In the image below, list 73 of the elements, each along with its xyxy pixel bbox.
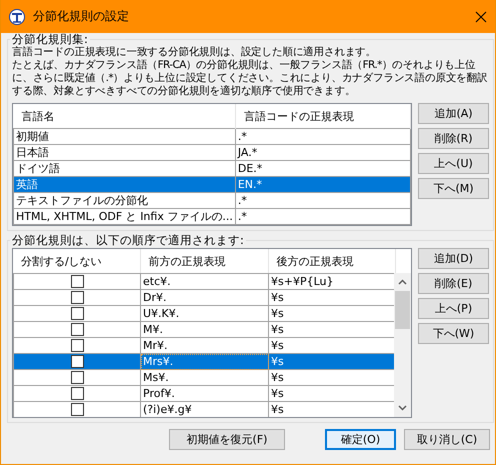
- table-row[interactable]: M¥. ¥s: [14, 322, 396, 338]
- table-cell: 英語: [16, 178, 38, 191]
- column-header[interactable]: 前方の正規表現: [140, 249, 268, 273]
- close-icon[interactable]: [475, 10, 487, 22]
- dialog-button[interactable]: 取り消し(C): [404, 429, 490, 450]
- table-cell: ¥s: [271, 387, 284, 400]
- side-button[interactable]: 上へ(P): [418, 298, 489, 319]
- checkbox[interactable]: [70, 355, 84, 368]
- checkbox[interactable]: [70, 323, 84, 336]
- table-cell: ¥s: [271, 307, 284, 320]
- side-button[interactable]: 上へ(U): [418, 153, 489, 174]
- table-cell: (?i)e¥.g¥: [143, 403, 192, 416]
- window-title: 分節化規則の設定: [33, 8, 130, 25]
- checkbox[interactable]: [70, 291, 84, 304]
- group-label: 分節化規則集:: [11, 33, 89, 46]
- checkbox[interactable]: [70, 275, 84, 288]
- table-cell: ¥s+¥P{Lu}: [271, 275, 334, 288]
- side-button[interactable]: 下へ(M): [418, 178, 489, 199]
- table-cell: ¥s: [271, 371, 284, 384]
- table-cell: etc¥.: [143, 275, 171, 288]
- side-button[interactable]: 削除(R): [418, 128, 489, 149]
- column-header[interactable]: 言語コードの正規表現: [235, 104, 410, 128]
- table-cell: ¥s: [271, 355, 284, 368]
- table-cell: ¥s: [271, 403, 284, 416]
- scroll-down-icon[interactable]: [398, 405, 407, 411]
- checkbox[interactable]: [70, 371, 84, 384]
- checkbox[interactable]: [70, 307, 84, 320]
- side-button[interactable]: 削除(E): [418, 273, 489, 294]
- table-cell: Mrs¥.: [143, 355, 174, 368]
- table-cell: .*: [238, 210, 247, 223]
- table-cell: テキストファイルの分節化: [16, 194, 148, 207]
- table-cell: DE.*: [238, 162, 262, 175]
- table-cell: Dr¥.: [143, 291, 166, 304]
- table-cell: ¥s: [271, 291, 284, 304]
- column-header[interactable]: 言語名: [14, 104, 236, 128]
- table-cell: ドイツ語: [16, 162, 60, 175]
- column-header[interactable]: 分割する/しない: [13, 249, 140, 273]
- table-cell: 初期値: [16, 130, 49, 143]
- description-text: 言語コードの正規表現に一致する分節化規則は、設定した順に適用されます。: [12, 46, 378, 59]
- table-cell: U¥.K¥.: [143, 307, 180, 320]
- side-button[interactable]: 追加(D): [418, 248, 489, 269]
- scroll-up-icon[interactable]: [398, 279, 407, 285]
- group-label: 分節化規則は、以下の順序で適用されます:: [11, 234, 245, 247]
- table-row[interactable]: Ms¥. ¥s: [14, 370, 396, 386]
- table-cell: .*: [238, 194, 247, 207]
- table-cell: ¥s: [271, 339, 284, 352]
- table-cell: .*: [238, 130, 247, 143]
- table-cell: 日本語: [16, 146, 49, 159]
- scrollbar[interactable]: [394, 273, 411, 417]
- table-cell: Prof¥.: [143, 387, 175, 400]
- table-row[interactable]: U¥.K¥. ¥s: [14, 306, 396, 322]
- checkbox[interactable]: [70, 339, 84, 352]
- checkbox[interactable]: [70, 387, 84, 400]
- table-cell: M¥.: [143, 323, 163, 336]
- table-row[interactable]: Mrs¥. ¥s: [14, 354, 396, 370]
- table-row[interactable]: Dr¥. ¥s: [14, 290, 396, 306]
- description-text: たとえば、カナダフランス語（FR-CA）の分節化規則は、一般フランス語（FR.*）のそれよりも上位に、さらに既定値（.*）よりも上位に設定してください。これにより、カナダフランス語の原文を翻訳する際、対象とすべきすべての分節化規則を適切な順序で使用できます。: [12, 59, 488, 98]
- side-button[interactable]: 追加(A): [418, 103, 489, 124]
- dialog-button[interactable]: 初期値を復元(F): [169, 429, 285, 450]
- table-cell: ¥s: [271, 323, 284, 336]
- table-cell: Ms¥.: [143, 371, 169, 384]
- app-icon: [9, 8, 25, 24]
- table-cell: Mr¥.: [143, 339, 168, 352]
- table-row[interactable]: Prof¥. ¥s: [14, 386, 396, 402]
- table-cell: EN.*: [238, 178, 262, 191]
- column-header[interactable]: 後方の正規表現: [268, 249, 395, 273]
- table-row[interactable]: etc¥. ¥s+¥P{Lu}: [14, 274, 396, 290]
- table-cell: HTML, XHTML, ODF と Infix ファイルの...: [16, 210, 233, 223]
- side-button[interactable]: 下へ(W): [418, 323, 489, 344]
- ok-button[interactable]: 確定(O): [325, 429, 396, 450]
- checkbox[interactable]: [70, 403, 84, 416]
- table-cell: JA.*: [238, 146, 258, 159]
- scroll-thumb[interactable]: [395, 291, 410, 329]
